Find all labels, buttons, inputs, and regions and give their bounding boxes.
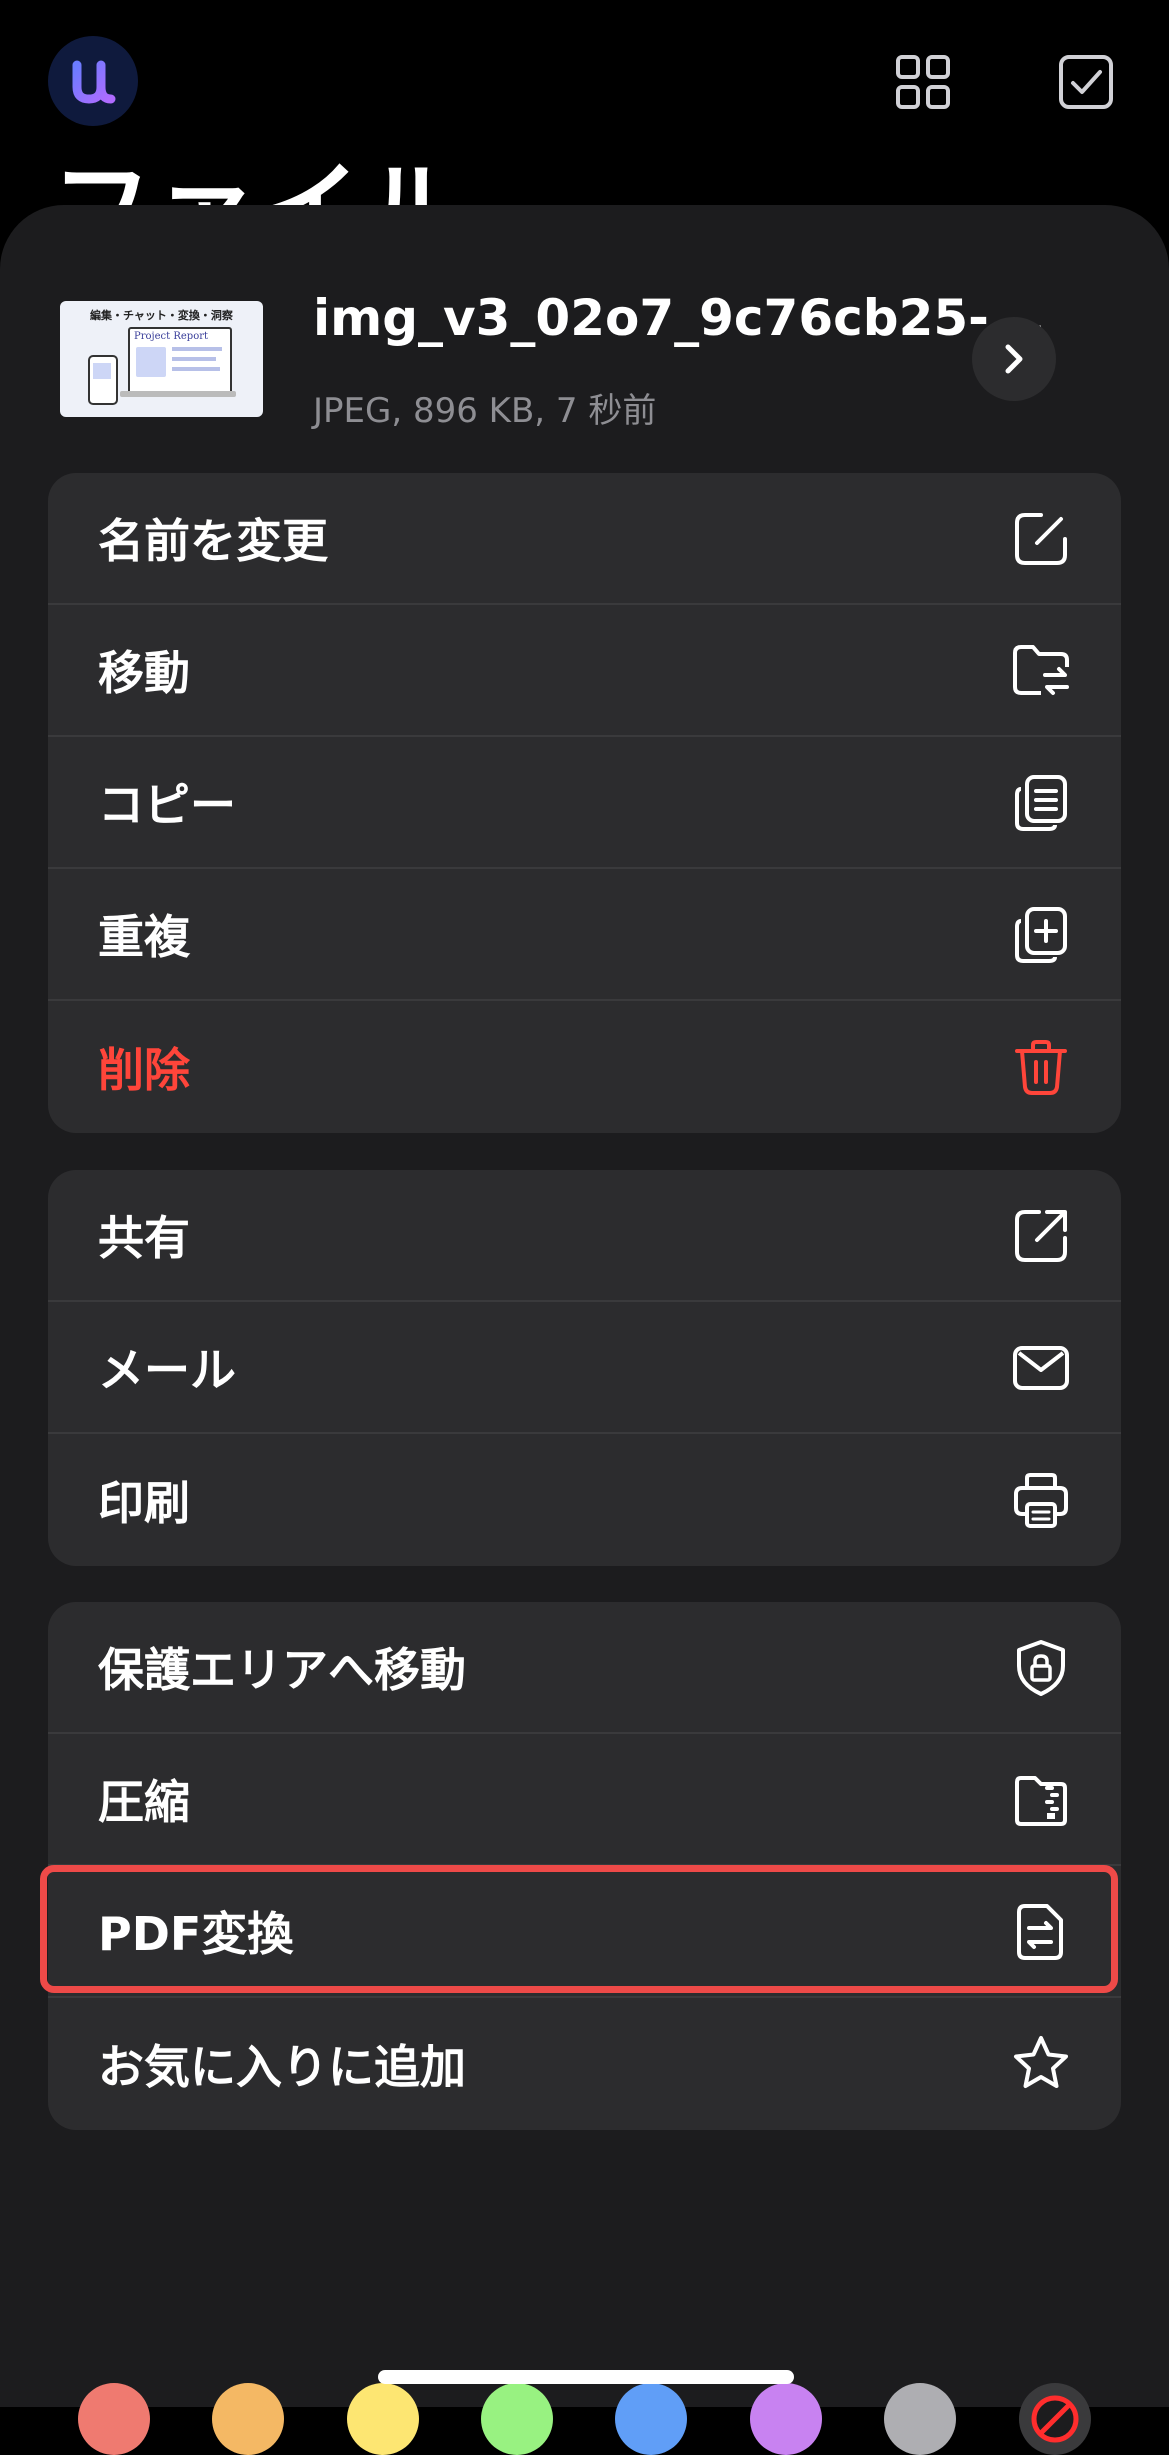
mail-button[interactable]: メール: [48, 1302, 1121, 1434]
rename-button[interactable]: 名前を変更: [48, 473, 1121, 605]
compress-label: 圧縮: [98, 1775, 190, 1829]
home-indicator[interactable]: [378, 2370, 794, 2384]
share-label: 共有: [98, 1211, 190, 1265]
pdf-convert-label: PDF変換: [98, 1907, 294, 1961]
delete-label: 削除: [98, 1043, 190, 1097]
move-to-protected-label: 保護エリアへ移動: [98, 1643, 466, 1697]
clear-color-tag-button[interactable]: [1019, 2383, 1091, 2455]
color-tag-red[interactable]: [78, 2383, 150, 2455]
duplicate-button[interactable]: 重複: [48, 869, 1121, 1001]
printer-icon: [1014, 1473, 1068, 1528]
add-favorite-button[interactable]: お気に入りに追加: [48, 1998, 1121, 2130]
share-icon: [1015, 1210, 1067, 1262]
rename-icon: [1015, 513, 1067, 565]
shield-lock-icon: [1017, 1640, 1065, 1696]
no-color-icon: [1031, 2395, 1079, 2443]
action-group-file: 名前を変更 移動 コピー 重複 削除: [48, 473, 1121, 1133]
move-label: 移動: [98, 646, 190, 700]
app-logo-icon: [72, 60, 116, 104]
mail-icon: [1013, 1346, 1069, 1390]
move-button[interactable]: 移動: [48, 605, 1121, 737]
mail-label: メール: [98, 1343, 236, 1397]
pdf-convert-icon: [1017, 1904, 1063, 1960]
zip-icon: [1015, 1776, 1067, 1826]
star-icon: [1014, 2036, 1068, 2088]
grid-view-icon[interactable]: [893, 52, 953, 112]
file-thumbnail: 編集・チャット・変換・洞察 Project Report: [60, 301, 263, 417]
share-button[interactable]: 共有: [48, 1170, 1121, 1302]
app-logo[interactable]: [48, 36, 138, 126]
chevron-right-icon: [1005, 344, 1023, 374]
compress-button[interactable]: 圧縮: [48, 1734, 1121, 1866]
file-header: 編集・チャット・変換・洞察 Project Report img_v3_02o7…: [0, 205, 1169, 465]
add-favorite-label: お気に入りに追加: [98, 2040, 466, 2094]
file-meta: JPEG, 896 KB, 7 秒前: [313, 391, 657, 431]
duplicate-icon: [1015, 907, 1067, 963]
select-checkbox-icon[interactable]: [1056, 52, 1116, 112]
thumbnail-doc-title: Project Report: [134, 331, 209, 342]
print-label: 印刷: [98, 1476, 190, 1530]
print-button[interactable]: 印刷: [48, 1434, 1121, 1566]
trash-icon: [1015, 1040, 1067, 1095]
color-tag-yellow[interactable]: [347, 2383, 419, 2455]
file-action-sheet: 編集・チャット・変換・洞察 Project Report img_v3_02o7…: [0, 205, 1169, 2455]
delete-button[interactable]: 削除: [48, 1001, 1121, 1133]
pdf-convert-button[interactable]: PDF変換: [48, 1866, 1121, 1998]
file-name: img_v3_02o7_9c76cb25-...: [313, 289, 1046, 347]
color-tag-purple[interactable]: [750, 2383, 822, 2455]
move-folder-icon: [1013, 645, 1069, 695]
color-tag-orange[interactable]: [212, 2383, 284, 2455]
color-tag-blue[interactable]: [615, 2383, 687, 2455]
color-tag-green[interactable]: [481, 2383, 553, 2455]
action-group-manage: 保護エリアへ移動 圧縮 PDF変換 お気に入りに追加: [48, 1602, 1121, 2130]
copy-label: コピー: [98, 778, 236, 832]
rename-label: 名前を変更: [98, 514, 328, 568]
duplicate-label: 重複: [98, 910, 190, 964]
move-to-protected-button[interactable]: 保護エリアへ移動: [48, 1602, 1121, 1734]
copy-button[interactable]: コピー: [48, 737, 1121, 869]
color-tag-gray[interactable]: [884, 2383, 956, 2455]
thumbnail-heading: 編集・チャット・変換・洞察: [90, 309, 233, 322]
action-group-share: 共有 メール 印刷: [48, 1170, 1121, 1566]
file-details-button[interactable]: [972, 317, 1056, 401]
copy-icon: [1015, 775, 1067, 831]
